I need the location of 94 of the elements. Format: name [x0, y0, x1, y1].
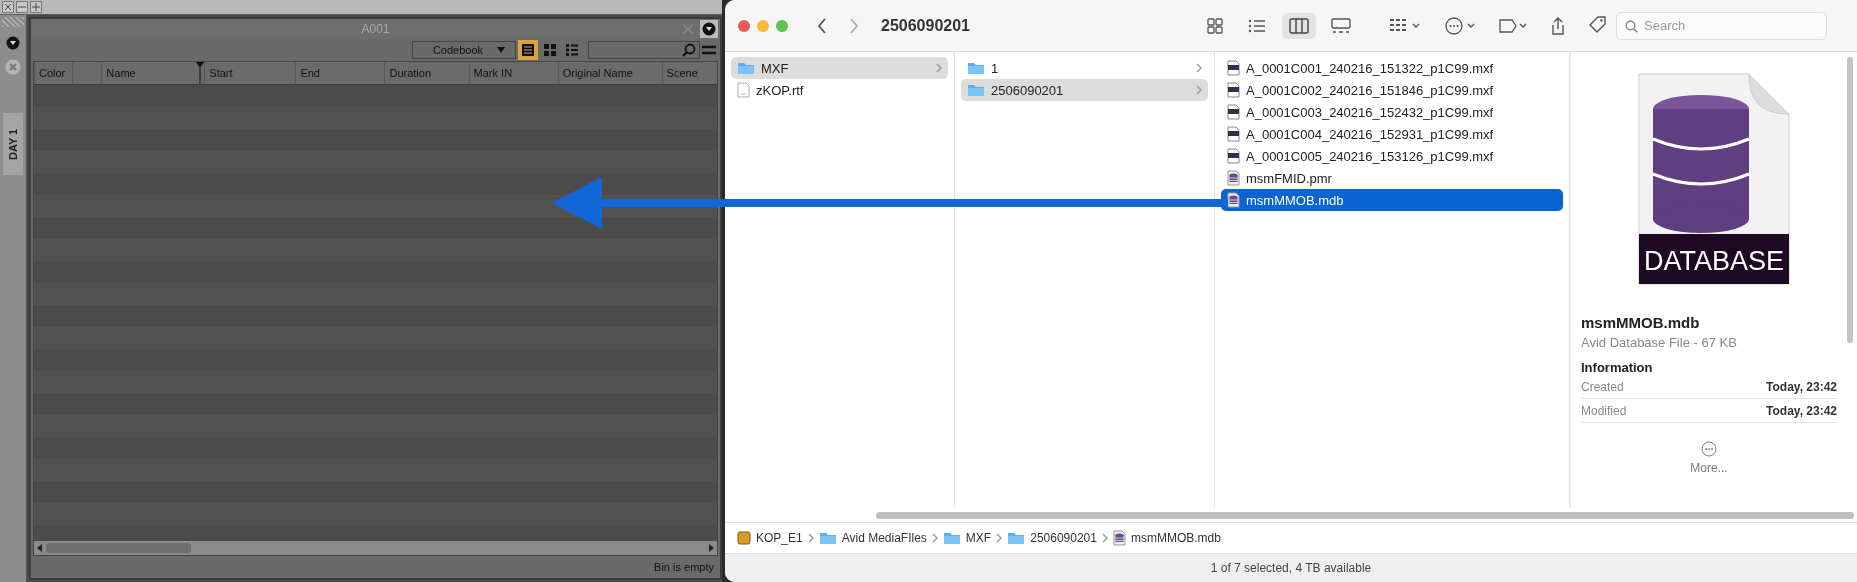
folder-icon — [818, 531, 837, 545]
chevron-icon — [996, 533, 1003, 543]
folder-icon — [967, 61, 985, 75]
back-icon[interactable] — [817, 17, 827, 34]
file-row[interactable]: A_0001C004_240216_152931_p1C99.mxf — [1221, 123, 1563, 145]
file-row[interactable]: MXF — [731, 57, 948, 79]
info-value: Today, 23:42 — [1766, 404, 1837, 418]
path-item[interactable]: 2506090201 — [1007, 531, 1097, 545]
file-row[interactable]: zKOP.rtf — [731, 79, 948, 101]
file-kind: Avid Database File - 67 KB — [1581, 335, 1738, 350]
database-icon — [1112, 530, 1126, 546]
database-icon — [1227, 192, 1240, 208]
video-file-icon — [1227, 82, 1240, 98]
path-item[interactable]: msmMMOB.mdb — [1112, 530, 1221, 546]
scroll-right-icon[interactable] — [707, 543, 715, 553]
folder-icon — [942, 531, 961, 545]
grid-view-icon — [542, 42, 558, 58]
file-row[interactable]: 1 — [961, 57, 1208, 79]
video-file-icon — [1227, 126, 1240, 142]
scroll-left-icon[interactable] — [36, 543, 44, 553]
chevron-icon — [807, 533, 814, 543]
icon-view-icon — [1205, 15, 1225, 36]
path-item[interactable]: KOP_E1 — [737, 531, 803, 545]
folder-icon — [1007, 531, 1026, 545]
zoom-button[interactable] — [776, 19, 788, 32]
file-row[interactable]: msmMMOB.mdb — [1221, 189, 1563, 211]
file-row[interactable]: 2506090201 — [961, 79, 1208, 101]
folder-icon — [737, 61, 755, 75]
minimize-icon[interactable] — [16, 1, 28, 13]
close-icon[interactable] — [2, 1, 14, 13]
database-icon — [1227, 170, 1240, 186]
menu-button[interactable] — [700, 20, 718, 38]
column-header[interactable]: Color — [34, 62, 72, 84]
path-item[interactable]: MXF — [942, 531, 992, 545]
column-marker-icon — [196, 62, 205, 84]
window-title: 2506090201 — [881, 16, 971, 35]
status-text: 1 of 7 selected, 4 TB available — [1210, 561, 1372, 575]
scrollbar-thumb[interactable] — [876, 511, 1854, 519]
column-header[interactable]: Name — [101, 62, 197, 84]
column-header[interactable]: Original Name — [557, 62, 662, 84]
path-item[interactable]: Avid MediaFIles — [818, 531, 927, 545]
section-heading: Information — [1581, 360, 1654, 375]
forward-icon[interactable] — [849, 17, 859, 34]
chevron-icon — [931, 533, 938, 543]
file-row[interactable]: A_0001C001_240216_151322_p1C99.mxf — [1221, 57, 1563, 79]
search-icon — [682, 43, 696, 57]
drive-icon — [737, 531, 751, 545]
info-value: Today, 23:42 — [1766, 380, 1837, 394]
share-icon[interactable] — [1550, 15, 1566, 36]
chevron-icon — [1101, 533, 1108, 543]
close-button[interactable] — [738, 19, 750, 32]
more-icon[interactable] — [1701, 441, 1717, 457]
maximize-icon[interactable] — [30, 1, 42, 13]
column-header[interactable]: Mark IN — [468, 62, 558, 84]
chevron-icon — [1196, 85, 1202, 95]
chevron-icon — [936, 63, 942, 73]
column-header[interactable]: Duration — [384, 62, 469, 84]
folder-icon — [967, 83, 985, 97]
chevron-icon — [1196, 63, 1202, 73]
file-row[interactable]: A_0001C002_240216_151846_p1C99.mxf — [1221, 79, 1563, 101]
bin-tab[interactable]: DAY 1 — [3, 113, 23, 175]
column-header[interactable]: Scene — [661, 62, 717, 84]
file-row[interactable]: msmFMID.pmr — [1221, 167, 1563, 189]
more-icon[interactable] — [1444, 15, 1476, 36]
horizontal-scrollbar[interactable] — [34, 541, 717, 555]
caret-icon — [497, 46, 506, 54]
file-row[interactable]: A_0001C005_240216_153126_p1C99.mxf — [1221, 145, 1563, 167]
video-file-icon — [1227, 60, 1240, 76]
script-view-icon — [564, 42, 580, 58]
scrollbar-thumb[interactable] — [1847, 57, 1853, 343]
status-text: Bin is empty — [654, 561, 714, 573]
dropdown-icon[interactable] — [6, 36, 20, 50]
more-button[interactable]: More... — [1690, 461, 1728, 475]
dropdown-icon — [702, 22, 716, 36]
info-label: Modified — [1581, 404, 1627, 418]
gallery-view-icon — [1331, 15, 1351, 36]
search-icon — [1625, 19, 1638, 33]
view-dropdown[interactable]: Codebook — [412, 41, 516, 59]
text-view-button[interactable] — [518, 40, 538, 60]
window-title: A001 — [361, 22, 390, 36]
search-field[interactable] — [588, 41, 700, 59]
column-view-button[interactable] — [1282, 12, 1316, 39]
column-view-icon — [1289, 15, 1309, 36]
document-icon — [737, 82, 750, 98]
info-label: Created — [1581, 380, 1624, 394]
file-name: msmMMOB.mdb — [1581, 314, 1701, 331]
video-file-icon — [1227, 148, 1240, 164]
column-header[interactable]: Start — [204, 62, 296, 84]
video-file-icon — [1227, 104, 1240, 120]
column-header[interactable]: End — [295, 62, 385, 84]
file-row[interactable]: A_0001C003_240216_152432_p1C99.mxf — [1221, 101, 1563, 123]
hatched-grip — [2, 17, 24, 27]
menu-icon[interactable] — [702, 45, 716, 55]
frame-view-icon — [520, 42, 536, 58]
